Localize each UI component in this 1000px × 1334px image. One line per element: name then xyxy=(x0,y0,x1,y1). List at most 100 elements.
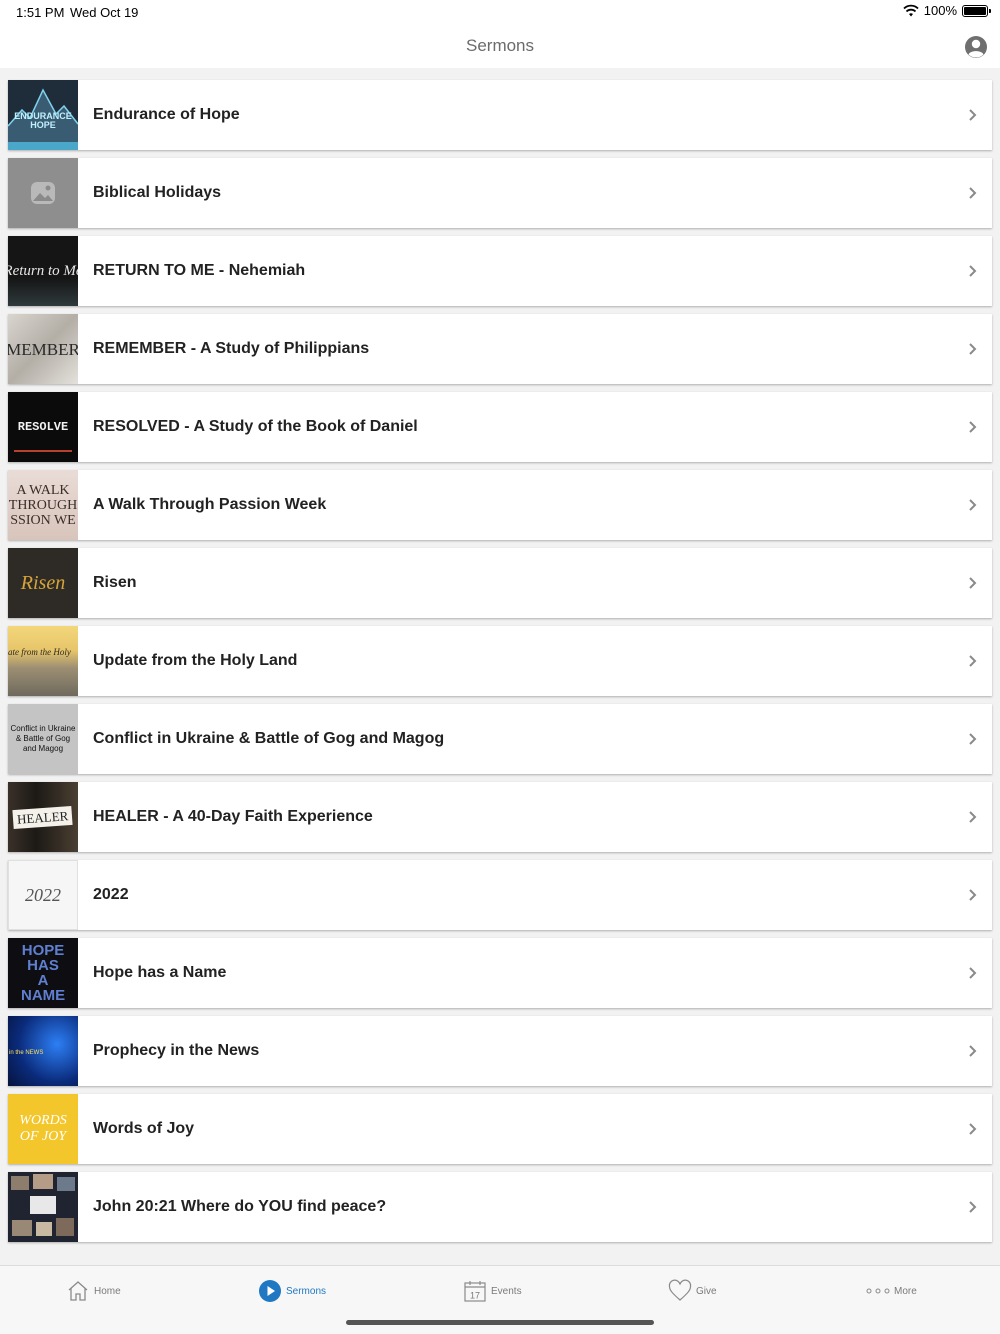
more-dots-icon xyxy=(866,1288,890,1294)
sermon-row[interactable]: ate from the Holy Update from the Holy L… xyxy=(8,626,992,696)
sermon-list: ENDURANCE HOPE Endurance of Hope Biblica… xyxy=(8,80,992,1250)
sermon-thumbnail: in the NEWS xyxy=(8,1016,78,1086)
thumb-text: MEMBER xyxy=(8,339,78,359)
sermon-thumbnail: RESOLVE xyxy=(8,392,78,462)
wifi-icon xyxy=(903,4,919,16)
tab-more[interactable]: More xyxy=(866,1278,917,1304)
status-time: 1:51 PM xyxy=(16,5,65,20)
sermon-title: Hope has a Name xyxy=(93,964,227,981)
sermon-row[interactable]: HEALER HEALER - A 40-Day Faith Experienc… xyxy=(8,782,992,852)
sermon-row[interactable]: RESOLVE RESOLVED - A Study of the Book o… xyxy=(8,392,992,462)
sermon-title: John 20:21 Where do YOU find peace? xyxy=(93,1198,387,1215)
chevron-right-icon xyxy=(969,1045,977,1057)
chevron-right-icon xyxy=(969,343,977,355)
status-indicators: 100% xyxy=(903,3,991,18)
sermon-row[interactable]: Risen Risen xyxy=(8,548,992,618)
sermon-thumbnail: HOPE HAS A NAME xyxy=(8,938,78,1008)
sermon-title: RETURN TO ME - Nehemiah xyxy=(93,262,306,279)
sermon-thumbnail: MEMBER xyxy=(8,314,78,384)
thumb-text: Conflict in Ukraine & Battle of Gog and … xyxy=(10,724,76,753)
nav-bar: Sermons xyxy=(0,24,1000,68)
sermon-row[interactable]: HOPE HAS A NAME Hope has a Name xyxy=(8,938,992,1008)
tab-label: Events xyxy=(491,1285,522,1297)
battery-icon xyxy=(962,4,991,17)
sermon-thumbnail: A WALK THROUGH SSION WE xyxy=(8,470,78,540)
page-title: Sermons xyxy=(465,36,535,55)
chevron-right-icon xyxy=(969,811,977,823)
sermon-row[interactable]: in the NEWS Prophecy in the News xyxy=(8,1016,992,1086)
sermon-row[interactable]: Biblical Holidays xyxy=(8,158,992,228)
sermon-thumbnail: Return to Me xyxy=(8,236,78,306)
tab-sermons[interactable]: Sermons xyxy=(258,1278,326,1304)
sermon-thumbnail: 2022 xyxy=(8,860,78,930)
thumb-text: WORDS OF JOY xyxy=(19,1113,67,1144)
sermon-row[interactable]: John 20:21 Where do YOU find peace? xyxy=(8,1172,992,1242)
tab-label: Home xyxy=(94,1285,121,1297)
thumb-text: A WALK THROUGH SSION WE xyxy=(8,482,78,528)
chevron-right-icon xyxy=(969,265,977,277)
sermon-title: 2022 xyxy=(93,886,129,903)
thumb-text: 2022 xyxy=(25,885,61,905)
profile-icon[interactable] xyxy=(964,35,988,59)
sermon-thumbnail xyxy=(8,1172,78,1242)
sermon-title: A Walk Through Passion Week xyxy=(93,496,327,513)
sermon-row[interactable]: A WALK THROUGH SSION WE A Walk Through P… xyxy=(8,470,992,540)
sermon-row[interactable]: Return to Me RETURN TO ME - Nehemiah xyxy=(8,236,992,306)
sermon-title: Conflict in Ukraine & Battle of Gog and … xyxy=(93,730,445,747)
sermon-title: Endurance of Hope xyxy=(93,106,240,123)
thumb-text: in the NEWS xyxy=(9,1050,44,1056)
tab-events[interactable]: 17 Events xyxy=(463,1278,522,1304)
chevron-right-icon xyxy=(969,187,977,199)
sermon-row[interactable]: MEMBER REMEMBER - A Study of Philippians xyxy=(8,314,992,384)
chevron-right-icon xyxy=(969,577,977,589)
home-indicator xyxy=(346,1320,654,1325)
status-date: Wed Oct 19 xyxy=(70,5,139,20)
chevron-right-icon xyxy=(969,109,977,121)
sermon-title: Words of Joy xyxy=(93,1120,195,1137)
photo-collage-icon xyxy=(8,1172,78,1242)
sermon-thumbnail xyxy=(8,158,78,228)
sermon-title: Prophecy in the News xyxy=(93,1042,260,1059)
thumb-text: HEALER xyxy=(12,805,74,829)
chevron-right-icon xyxy=(969,967,977,979)
thumb-text: Return to Me xyxy=(8,262,78,279)
thumb-text: ENDURANCE HOPE xyxy=(14,111,72,130)
heart-icon xyxy=(668,1279,692,1301)
sermon-title: HEALER - A 40-Day Faith Experience xyxy=(93,808,373,825)
sermon-thumbnail: ENDURANCE HOPE xyxy=(8,80,78,150)
play-circle-icon xyxy=(259,1280,281,1302)
chevron-right-icon xyxy=(969,733,977,745)
chevron-right-icon xyxy=(969,655,977,667)
sermon-thumbnail: Conflict in Ukraine & Battle of Gog and … xyxy=(8,704,78,774)
tab-give[interactable]: Give xyxy=(668,1278,717,1304)
sermon-thumbnail: ate from the Holy xyxy=(8,626,78,696)
image-placeholder-icon xyxy=(31,182,55,204)
battery-percent: 100% xyxy=(923,3,957,18)
chevron-right-icon xyxy=(969,421,977,433)
calendar-day: 17 xyxy=(470,1291,480,1301)
thumb-text: Risen xyxy=(20,572,66,594)
calendar-icon: 17 xyxy=(464,1281,486,1302)
sermon-title: Biblical Holidays xyxy=(93,184,222,201)
sermon-row[interactable]: 2022 2022 xyxy=(8,860,992,930)
tab-label: More xyxy=(894,1285,917,1297)
home-icon xyxy=(68,1281,88,1301)
sermon-row[interactable]: Conflict in Ukraine & Battle of Gog and … xyxy=(8,704,992,774)
chevron-right-icon xyxy=(969,1123,977,1135)
sermon-row[interactable]: ENDURANCE HOPE Endurance of Hope xyxy=(8,80,992,150)
tab-label: Sermons xyxy=(286,1285,327,1297)
sermon-row[interactable]: WORDS OF JOY Words of Joy xyxy=(8,1094,992,1164)
tab-label: Give xyxy=(696,1285,717,1297)
sermon-title: REMEMBER - A Study of Philippians xyxy=(93,340,370,357)
sermon-thumbnail: Risen xyxy=(8,548,78,618)
chevron-right-icon xyxy=(969,1201,977,1213)
thumb-text: ate from the Holy xyxy=(8,647,71,657)
sermon-title: RESOLVED - A Study of the Book of Daniel xyxy=(93,418,418,435)
chevron-right-icon xyxy=(969,499,977,511)
tab-home[interactable]: Home xyxy=(66,1278,121,1304)
status-bar: 1:51 PM Wed Oct 19 100% xyxy=(0,0,1000,24)
sermon-title: Update from the Holy Land xyxy=(93,652,298,669)
thumb-text: RESOLVE xyxy=(17,420,69,434)
sermon-thumbnail: WORDS OF JOY xyxy=(8,1094,78,1164)
thumb-text: HOPE HAS A NAME xyxy=(21,942,66,1004)
